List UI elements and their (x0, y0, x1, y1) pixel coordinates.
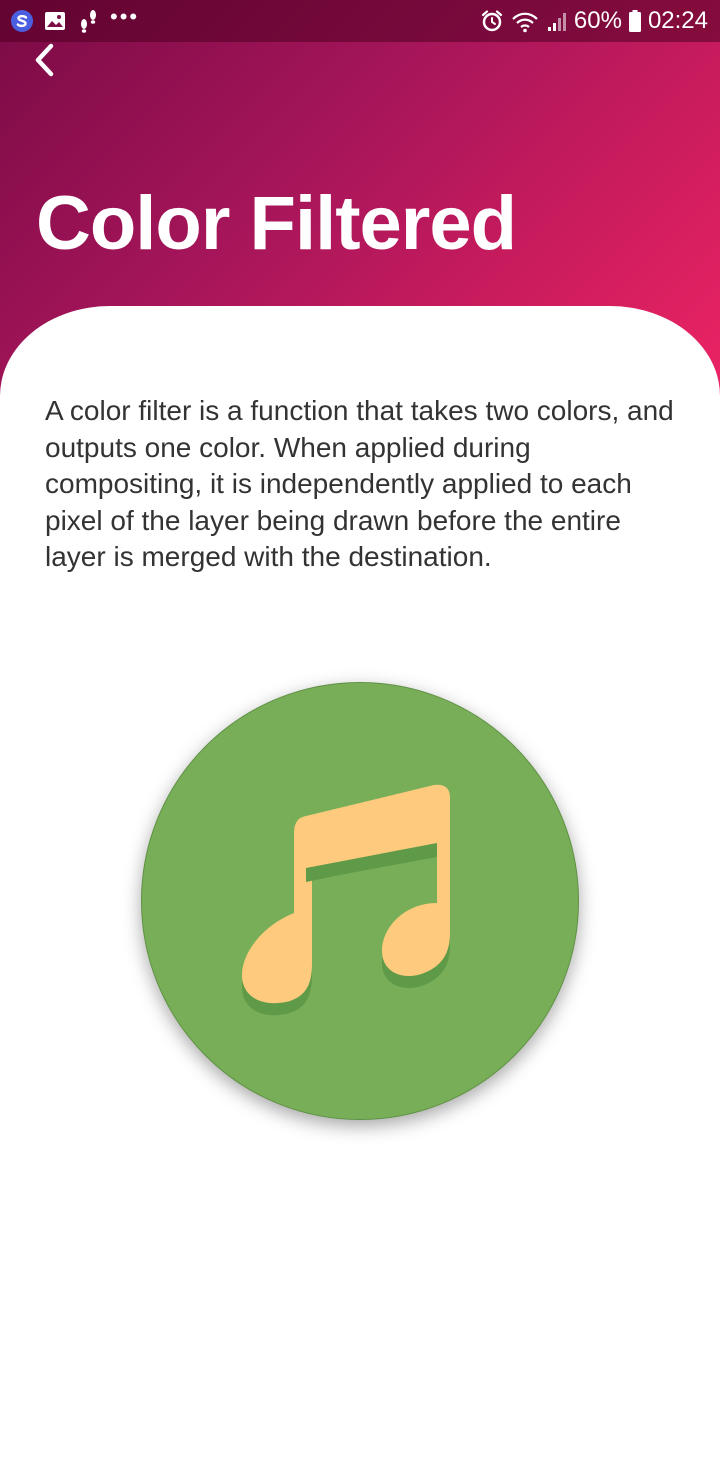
filtered-image (141, 682, 579, 1120)
battery-percent: 60% (573, 7, 622, 34)
wifi-icon (510, 9, 540, 33)
back-button[interactable] (24, 40, 64, 80)
s-logo-icon (10, 9, 34, 33)
footsteps-icon (76, 8, 100, 34)
alarm-icon (480, 9, 504, 33)
status-bar: ••• 60% 02:24 (0, 0, 720, 42)
more-dots-icon: ••• (110, 4, 140, 29)
page-title: Color Filtered (36, 181, 517, 266)
status-right-icons: 60% 02:24 (480, 6, 708, 36)
gallery-icon (44, 10, 66, 32)
description-text: A color filter is a function that takes … (45, 395, 674, 573)
status-time: 02:24 (647, 7, 708, 34)
chevron-left-icon (29, 42, 59, 78)
status-left-icons: ••• (10, 6, 139, 36)
battery-icon (628, 9, 642, 33)
signal-icon (546, 9, 568, 33)
music-note-icon (242, 784, 450, 1016)
